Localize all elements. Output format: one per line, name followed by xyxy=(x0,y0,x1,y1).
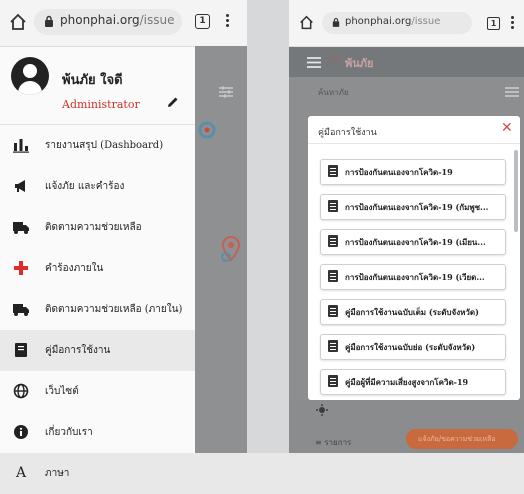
menu-item-website[interactable]: เว็บไซต์ xyxy=(0,371,195,412)
edit-pencil-icon[interactable] xyxy=(166,95,180,109)
filter-icon[interactable] xyxy=(505,86,519,98)
map-marker-icon xyxy=(198,121,216,139)
truck-icon xyxy=(13,304,29,316)
menu-item-track-help[interactable]: ติดตามความช่วยเหลือ xyxy=(0,207,195,248)
menu-item-label: เว็บไซต์ xyxy=(45,386,79,397)
lock-icon xyxy=(45,15,53,27)
translate-icon: A xyxy=(15,465,27,481)
document-icon xyxy=(328,305,338,317)
location-target-icon[interactable] xyxy=(316,404,328,416)
document-icon xyxy=(328,270,338,282)
divider xyxy=(308,143,520,144)
menu-item-user-manual[interactable]: คู่มือการใช้งาน xyxy=(0,330,195,371)
document-icon xyxy=(328,340,338,352)
search-input[interactable]: ค้นหาภัย xyxy=(310,84,510,100)
manual-item-button[interactable]: การป้องกันตนเองจากโควิด-19 (เวียด... xyxy=(320,264,506,290)
user-role: Administrator xyxy=(62,98,140,111)
megaphone-icon xyxy=(15,180,25,192)
more-menu-icon[interactable] xyxy=(510,15,515,33)
brand-name: พ้นภัย xyxy=(345,57,374,70)
menu-item-dashboard[interactable]: รายงานสรุป (Dashboard) xyxy=(0,125,195,166)
filter-icon xyxy=(219,86,233,98)
dialog-title: คู่มือการใช้งาน xyxy=(318,128,377,138)
menu-item-label: คำร้องภายใน xyxy=(45,263,104,274)
manual-item-button[interactable]: คู่มือการใช้งานฉบับย่อ (ระดับจังหวัด) xyxy=(320,334,506,360)
menu-item-about[interactable]: เกี่ยวกับเรา xyxy=(0,412,195,453)
avatar xyxy=(11,57,49,95)
document-icon xyxy=(328,235,338,247)
list-view-button[interactable]: ≡ รายการ xyxy=(315,436,351,449)
logo-heart-icon: ♡ xyxy=(329,54,342,70)
book-icon xyxy=(15,343,27,357)
lock-icon xyxy=(332,18,340,27)
menu-item-label: แจ้งภัย และคำร้อง xyxy=(45,181,125,192)
menu-item-label: ภาษา xyxy=(45,468,70,479)
document-icon xyxy=(328,200,338,212)
browser-address-bar: phonphai.org/issue 1 xyxy=(0,0,247,47)
manual-item-button[interactable]: คู่มือการใช้งานฉบับเต็ม (ระดับจังหวัด) xyxy=(320,299,506,325)
menu-item-label: เกี่ยวกับเรา xyxy=(45,427,93,438)
map-marker-icon xyxy=(221,235,241,262)
truck-icon xyxy=(13,222,29,234)
manual-item-button[interactable]: การป้องกันตนเองจากโควิด-19 xyxy=(320,159,506,185)
image-separator xyxy=(247,0,289,453)
manual-item-button[interactable]: การป้องกันตนเองจากโควิด-19 (เมียน... xyxy=(320,229,506,255)
menu-item-language[interactable]: A ภาษา xyxy=(0,453,195,494)
url-text: phonphai.org/issue xyxy=(345,16,441,27)
close-icon[interactable]: ✕ xyxy=(501,120,513,136)
menu-item-label: รายงานสรุป (Dashboard) xyxy=(45,140,164,151)
bar-chart-icon xyxy=(13,139,29,153)
manual-item-button[interactable]: การป้องกันตนเองจากโควิด-19 (กัมพูช... xyxy=(320,194,506,220)
tabs-count-icon[interactable]: 1 xyxy=(487,17,500,30)
report-help-button[interactable]: แจ้งภัย/ขอความช่วยเหลือ xyxy=(406,429,518,449)
document-icon xyxy=(328,375,338,387)
menu-item-label: คู่มือการใช้งาน xyxy=(45,345,111,356)
user-name: พ้นภัย ใจดี xyxy=(62,73,123,88)
app-header xyxy=(289,47,524,77)
dialog-scrollbar[interactable] xyxy=(514,150,518,232)
menu-item-internal-request[interactable]: คำร้องภายใน xyxy=(0,248,195,289)
document-icon xyxy=(328,165,338,177)
manual-item-button[interactable]: คู่มือผู้ที่มีความเสี่ยงสูงจากโควิด-19 xyxy=(320,369,506,395)
menu-item-track-help-internal[interactable]: ติดตามความช่วยเหลือ (ภายใน) xyxy=(0,289,195,330)
home-icon[interactable] xyxy=(299,15,314,30)
globe-icon xyxy=(13,383,29,399)
menu-item-label: ติดตามความช่วยเหลือ (ภายใน) xyxy=(45,304,183,315)
user-manual-dialog: คู่มือการใช้งาน ✕ การป้องกันตนเองจากโควิ… xyxy=(308,116,520,400)
info-icon xyxy=(14,425,28,439)
red-cross-icon xyxy=(14,261,28,275)
user-profile: พ้นภัย ใจดี Administrator xyxy=(0,47,195,121)
menu-item-label: ติดตามความช่วยเหลือ xyxy=(45,222,142,233)
home-icon[interactable] xyxy=(9,13,27,31)
hamburger-menu-icon[interactable] xyxy=(307,57,321,68)
url-text: phonphai.org/issue xyxy=(60,13,175,27)
menu-item-report-issue[interactable]: แจ้งภัย และคำร้อง xyxy=(0,166,195,207)
tabs-count-icon[interactable]: 1 xyxy=(195,14,210,29)
more-menu-icon[interactable] xyxy=(224,12,230,32)
